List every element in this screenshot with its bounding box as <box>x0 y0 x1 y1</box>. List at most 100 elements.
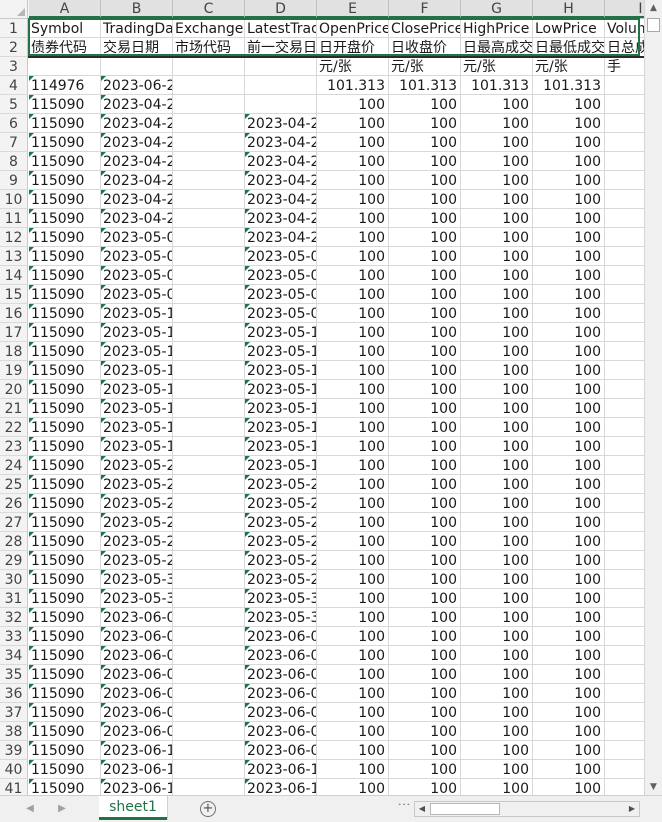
cell-c7[interactable] <box>173 133 245 152</box>
cell-e16[interactable]: 100 <box>317 304 389 323</box>
cell-i15[interactable] <box>605 285 644 304</box>
cell-h1[interactable]: LowPrice <box>533 19 605 38</box>
cell-c35[interactable] <box>173 665 245 684</box>
cell-d30[interactable]: 2023-05-2 <box>245 570 317 589</box>
cell-a23[interactable]: 115090 <box>29 437 101 456</box>
cell-b37[interactable]: 2023-06-01 <box>101 703 173 722</box>
cell-b24[interactable]: 2023-05-21 <box>101 456 173 475</box>
cell-c39[interactable] <box>173 741 245 760</box>
cell-g30[interactable]: 100 <box>461 570 533 589</box>
cell-h8[interactable]: 100 <box>533 152 605 171</box>
cell-a40[interactable]: 115090 <box>29 760 101 779</box>
cell-i24[interactable] <box>605 456 644 475</box>
cell-f18[interactable]: 100 <box>389 342 461 361</box>
cell-b12[interactable]: 2023-05-01 <box>101 228 173 247</box>
cell-e23[interactable]: 100 <box>317 437 389 456</box>
cell-b9[interactable]: 2023-04-21 <box>101 171 173 190</box>
cell-b21[interactable]: 2023-05-11 <box>101 399 173 418</box>
cell-i7[interactable] <box>605 133 644 152</box>
cell-f31[interactable]: 100 <box>389 589 461 608</box>
cell-a30[interactable]: 115090 <box>29 570 101 589</box>
cell-g9[interactable]: 100 <box>461 171 533 190</box>
cell-c34[interactable] <box>173 646 245 665</box>
cell-i12[interactable] <box>605 228 644 247</box>
cell-f28[interactable]: 100 <box>389 532 461 551</box>
cell-e12[interactable]: 100 <box>317 228 389 247</box>
cell-h30[interactable]: 100 <box>533 570 605 589</box>
cell-c6[interactable] <box>173 114 245 133</box>
cell-g18[interactable]: 100 <box>461 342 533 361</box>
cell-f39[interactable]: 100 <box>389 741 461 760</box>
cell-b8[interactable]: 2023-04-21 <box>101 152 173 171</box>
cell-a24[interactable]: 115090 <box>29 456 101 475</box>
cell-i9[interactable] <box>605 171 644 190</box>
cell-c37[interactable] <box>173 703 245 722</box>
cell-g11[interactable]: 100 <box>461 209 533 228</box>
cell-f12[interactable]: 100 <box>389 228 461 247</box>
cell-b20[interactable]: 2023-05-11 <box>101 380 173 399</box>
cell-d38[interactable]: 2023-06-0 <box>245 722 317 741</box>
row-header-14[interactable]: 14 <box>0 266 28 285</box>
cell-d3[interactable] <box>245 57 317 76</box>
cell-a19[interactable]: 115090 <box>29 361 101 380</box>
row-header-38[interactable]: 38 <box>0 722 28 741</box>
cell-h11[interactable]: 100 <box>533 209 605 228</box>
cell-e27[interactable]: 100 <box>317 513 389 532</box>
cell-c28[interactable] <box>173 532 245 551</box>
cell-a7[interactable]: 115090 <box>29 133 101 152</box>
cell-d11[interactable]: 2023-04-2 <box>245 209 317 228</box>
cell-a5[interactable]: 115090 <box>29 95 101 114</box>
cell-d2[interactable]: 前一交易日 <box>245 38 317 57</box>
cell-e6[interactable]: 100 <box>317 114 389 133</box>
cell-h6[interactable]: 100 <box>533 114 605 133</box>
cell-a8[interactable]: 115090 <box>29 152 101 171</box>
cell-f1[interactable]: ClosePrice <box>389 19 461 38</box>
cell-c23[interactable] <box>173 437 245 456</box>
cell-b38[interactable]: 2023-06-01 <box>101 722 173 741</box>
cell-a25[interactable]: 115090 <box>29 475 101 494</box>
worksheet[interactable]: ABCDEFGHI 1 2 3 4 5 6 7 8 9 10 11 12 13 14 15 16 17 18 19 2… <box>0 0 644 795</box>
cell-d14[interactable]: 2023-05-0 <box>245 266 317 285</box>
cell-d10[interactable]: 2023-04-2 <box>245 190 317 209</box>
row-header-17[interactable]: 17 <box>0 323 28 342</box>
cell-i33[interactable] <box>605 627 644 646</box>
cell-b25[interactable]: 2023-05-21 <box>101 475 173 494</box>
cell-c13[interactable] <box>173 247 245 266</box>
cell-h22[interactable]: 100 <box>533 418 605 437</box>
cell-g39[interactable]: 100 <box>461 741 533 760</box>
vertical-scrollbar[interactable]: ▲ ▼ <box>644 0 662 795</box>
cell-d16[interactable]: 2023-05-0 <box>245 304 317 323</box>
cell-e31[interactable]: 100 <box>317 589 389 608</box>
cell-b2[interactable]: 交易日期 <box>101 38 173 57</box>
cell-c18[interactable] <box>173 342 245 361</box>
cell-b5[interactable]: 2023-04-21 <box>101 95 173 114</box>
scroll-left-arrow-icon[interactable]: ◀ <box>415 802 429 816</box>
row-header-12[interactable]: 12 <box>0 228 28 247</box>
cell-i31[interactable] <box>605 589 644 608</box>
row-header-41[interactable]: 41 <box>0 779 28 795</box>
cell-a14[interactable]: 115090 <box>29 266 101 285</box>
column-header-g[interactable]: G <box>461 0 533 18</box>
cell-h32[interactable]: 100 <box>533 608 605 627</box>
cell-b7[interactable]: 2023-04-21 <box>101 133 173 152</box>
cell-i36[interactable] <box>605 684 644 703</box>
cell-f32[interactable]: 100 <box>389 608 461 627</box>
cell-c17[interactable] <box>173 323 245 342</box>
row-header-29[interactable]: 29 <box>0 551 28 570</box>
cell-a26[interactable]: 115090 <box>29 494 101 513</box>
cell-c16[interactable] <box>173 304 245 323</box>
cell-f13[interactable]: 100 <box>389 247 461 266</box>
cell-b31[interactable]: 2023-05-31 <box>101 589 173 608</box>
cell-i29[interactable] <box>605 551 644 570</box>
cell-e7[interactable]: 100 <box>317 133 389 152</box>
horizontal-scroll-thumb[interactable] <box>430 803 500 815</box>
cell-c36[interactable] <box>173 684 245 703</box>
row-header-23[interactable]: 23 <box>0 437 28 456</box>
cell-d33[interactable]: 2023-06-0 <box>245 627 317 646</box>
cell-e33[interactable]: 100 <box>317 627 389 646</box>
cell-f8[interactable]: 100 <box>389 152 461 171</box>
cell-a29[interactable]: 115090 <box>29 551 101 570</box>
cell-i18[interactable] <box>605 342 644 361</box>
cell-g36[interactable]: 100 <box>461 684 533 703</box>
cell-i3[interactable]: 手 <box>605 57 644 76</box>
